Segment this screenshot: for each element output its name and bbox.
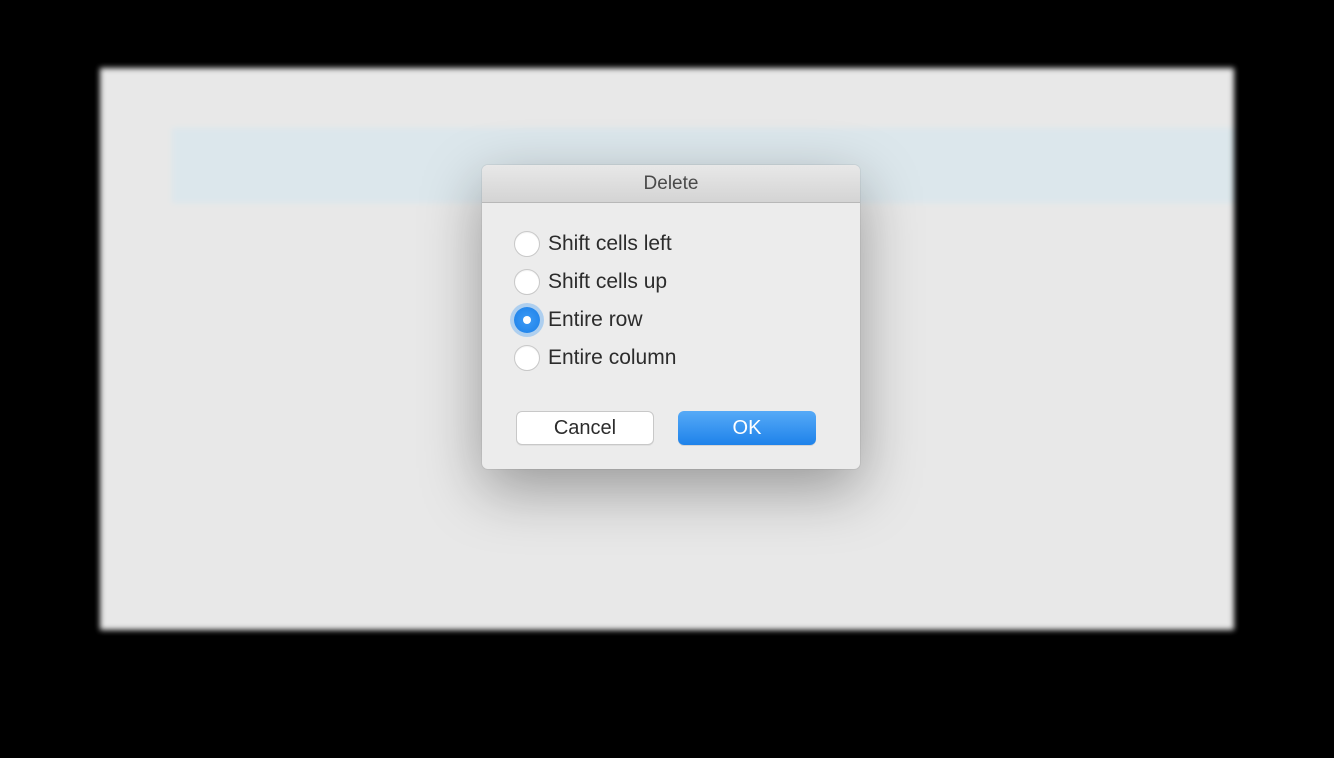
dialog-buttons: Cancel OK xyxy=(514,411,828,445)
radio-label: Entire row xyxy=(548,308,643,332)
radio-icon xyxy=(514,269,540,295)
dialog-title-text: Delete xyxy=(644,173,699,195)
delete-options-group: Shift cells left Shift cells up Entire r… xyxy=(514,231,828,371)
radio-shift-cells-left[interactable]: Shift cells left xyxy=(514,231,828,257)
ok-button[interactable]: OK xyxy=(678,411,816,445)
radio-label: Shift cells up xyxy=(548,270,667,294)
radio-shift-cells-up[interactable]: Shift cells up xyxy=(514,269,828,295)
radio-label: Shift cells left xyxy=(548,232,672,256)
radio-entire-column[interactable]: Entire column xyxy=(514,345,828,371)
radio-label: Entire column xyxy=(548,346,676,370)
dialog-body: Shift cells left Shift cells up Entire r… xyxy=(482,203,860,469)
radio-icon xyxy=(514,307,540,333)
radio-icon xyxy=(514,345,540,371)
cancel-button[interactable]: Cancel xyxy=(516,411,654,445)
radio-icon xyxy=(514,231,540,257)
radio-dot-icon xyxy=(523,316,531,324)
radio-entire-row[interactable]: Entire row xyxy=(514,307,828,333)
delete-dialog: Delete Shift cells left Shift cells up xyxy=(482,165,860,469)
dialog-title: Delete xyxy=(482,165,860,203)
